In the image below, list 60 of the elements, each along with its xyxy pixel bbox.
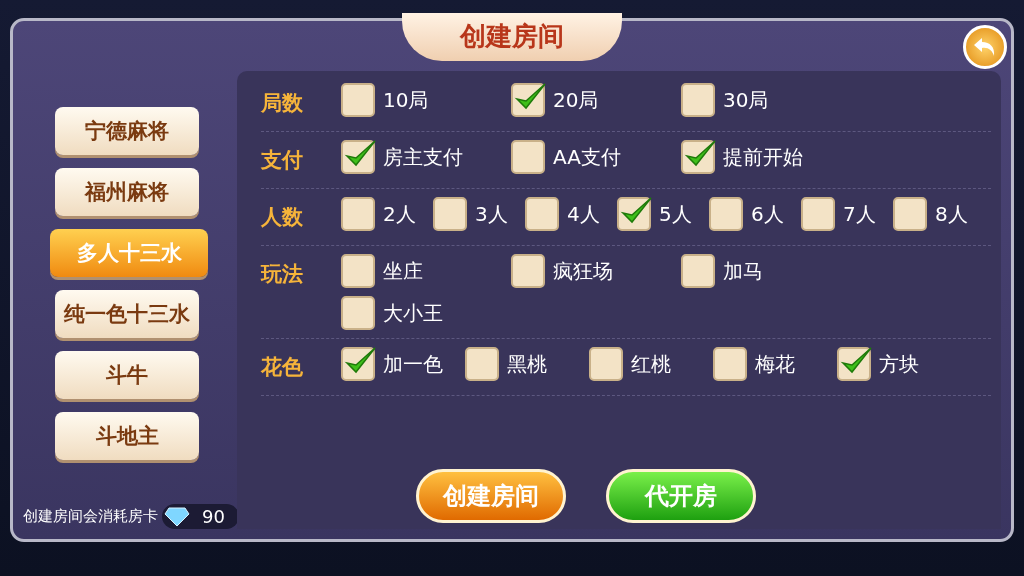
game-tab[interactable]: 纯一色十三水 [55,290,199,338]
checkbox[interactable] [341,254,375,288]
cost-note: 创建房间会消耗房卡 [23,507,158,526]
option-text: 房主支付 [383,143,463,171]
checkbox[interactable] [681,83,715,117]
option-text: 方块 [879,350,919,378]
checkbox[interactable] [589,347,623,381]
back-button[interactable] [963,25,1007,69]
game-tab[interactable]: 福州麻将 [55,168,199,216]
game-tab[interactable]: 斗地主 [55,412,199,460]
card-count: 90 [202,506,225,527]
checkbox[interactable] [341,83,375,117]
checkbox[interactable] [341,347,375,381]
option-label: 局数 [261,90,304,117]
option-text: 疯狂场 [553,257,613,285]
checkbox[interactable] [617,197,651,231]
checkbox[interactable] [525,197,559,231]
checkbox[interactable] [511,254,545,288]
option-text: 6人 [751,200,784,228]
option-label: 玩法 [261,261,304,288]
checkbox[interactable] [709,197,743,231]
checkbox[interactable] [801,197,835,231]
option-text: 10局 [383,86,429,114]
option-label: 人数 [261,204,304,231]
option-text: 2人 [383,200,416,228]
game-tab[interactable]: 宁德麻将 [55,107,199,155]
option-text: AA支付 [553,143,621,171]
option-text: 8人 [935,200,968,228]
option-text: 30局 [723,86,769,114]
option-text: 大小王 [383,299,443,327]
checkbox[interactable] [511,140,545,174]
option-text: 4人 [567,200,600,228]
back-arrow-icon [973,36,997,58]
option-text: 红桃 [631,350,671,378]
checkbox[interactable] [511,83,545,117]
option-text: 加一色 [383,350,443,378]
checkbox[interactable] [893,197,927,231]
checkbox[interactable] [713,347,747,381]
checkbox[interactable] [837,347,871,381]
option-text: 7人 [843,200,876,228]
option-text: 黑桃 [507,350,547,378]
game-tab[interactable]: 斗牛 [55,351,199,399]
checkbox[interactable] [681,140,715,174]
option-label: 花色 [261,354,304,381]
diamond-icon [164,506,190,527]
checkbox[interactable] [465,347,499,381]
option-text: 坐庄 [383,257,423,285]
option-label: 支付 [261,147,304,174]
checkbox[interactable] [341,140,375,174]
option-text: 20局 [553,86,599,114]
option-text: 3人 [475,200,508,228]
option-text: 加马 [723,257,763,285]
option-text: 梅花 [755,350,795,378]
checkbox[interactable] [433,197,467,231]
checkbox[interactable] [341,197,375,231]
checkbox[interactable] [341,296,375,330]
dialog-title: 创建房间 [402,13,622,61]
checkbox[interactable] [681,254,715,288]
option-text: 提前开始 [723,143,803,171]
option-text: 5人 [659,200,692,228]
